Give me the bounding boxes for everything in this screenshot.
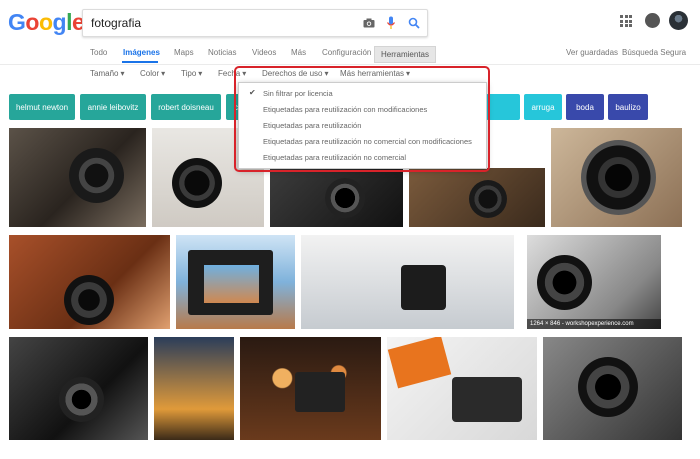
tools-button[interactable]: Herramientas — [374, 46, 436, 63]
image-result[interactable] — [301, 235, 514, 329]
top-bar: Google — [0, 0, 700, 44]
tab-maps[interactable]: Maps — [174, 48, 194, 57]
image-result[interactable] — [551, 128, 682, 227]
image-result[interactable] — [387, 337, 537, 440]
chip[interactable]: arruga — [524, 94, 562, 120]
chip[interactable]: annie leibovitz — [80, 94, 146, 120]
tool-color-label: Color — [140, 69, 160, 78]
notifications-icon[interactable] — [645, 13, 660, 28]
camera-icon[interactable] — [358, 10, 380, 36]
chip[interactable] — [486, 94, 520, 120]
tool-type[interactable]: Tipo ▾ — [181, 69, 202, 78]
mic-icon[interactable] — [380, 10, 402, 36]
google-logo[interactable]: Google — [8, 9, 85, 36]
chevron-down-icon: ▾ — [198, 69, 203, 78]
search-icon[interactable] — [403, 10, 425, 36]
image-result[interactable] — [9, 337, 148, 440]
chip[interactable]: boda — [566, 94, 604, 120]
tool-size-label: Tamaño — [90, 69, 119, 78]
image-result[interactable] — [527, 235, 661, 329]
saved-link[interactable]: Ver guardadas — [566, 48, 618, 57]
chip[interactable]: helmut newton — [9, 94, 75, 120]
tab-todo[interactable]: Todo — [90, 48, 107, 57]
tab-noticias[interactable]: Noticias — [208, 48, 236, 57]
logo-letter: o — [38, 9, 53, 35]
safe-search-link[interactable]: Búsqueda Segura — [622, 48, 686, 57]
highlight-box — [234, 66, 490, 172]
image-result[interactable] — [176, 235, 295, 329]
search-input[interactable] — [91, 14, 351, 32]
image-result[interactable] — [154, 337, 234, 440]
tab-videos[interactable]: Videos — [252, 48, 276, 57]
search-tabs: Todo Imágenes Maps Noticias Videos Más C… — [0, 44, 700, 65]
image-result[interactable] — [270, 168, 403, 227]
chip[interactable]: baulizo — [608, 94, 648, 120]
tool-type-label: Tipo — [181, 69, 197, 78]
image-result[interactable] — [9, 128, 146, 227]
tab-imagenes[interactable]: Imágenes — [123, 48, 160, 57]
search-box — [82, 9, 428, 37]
tab-mas[interactable]: Más — [291, 48, 306, 57]
tool-color[interactable]: Color ▾ — [140, 69, 165, 78]
apps-grid-icon[interactable] — [620, 15, 632, 27]
tab-configuracion[interactable]: Configuración — [322, 48, 371, 57]
image-result[interactable] — [543, 337, 682, 440]
image-result[interactable] — [240, 337, 381, 440]
image-caption: 1264 × 846 - workshopexperience.com — [527, 319, 661, 329]
image-result[interactable] — [409, 168, 545, 227]
tool-size[interactable]: Tamaño ▾ — [90, 69, 124, 78]
logo-letter: g — [52, 9, 67, 35]
logo-letter: o — [25, 9, 39, 35]
image-result[interactable] — [9, 235, 170, 329]
chevron-down-icon: ▾ — [161, 69, 166, 78]
logo-letter: G — [8, 9, 26, 35]
chevron-down-icon: ▾ — [120, 69, 125, 78]
active-tab-indicator — [122, 61, 158, 63]
chip[interactable]: robert doisneau — [151, 94, 221, 120]
avatar[interactable] — [669, 11, 688, 30]
